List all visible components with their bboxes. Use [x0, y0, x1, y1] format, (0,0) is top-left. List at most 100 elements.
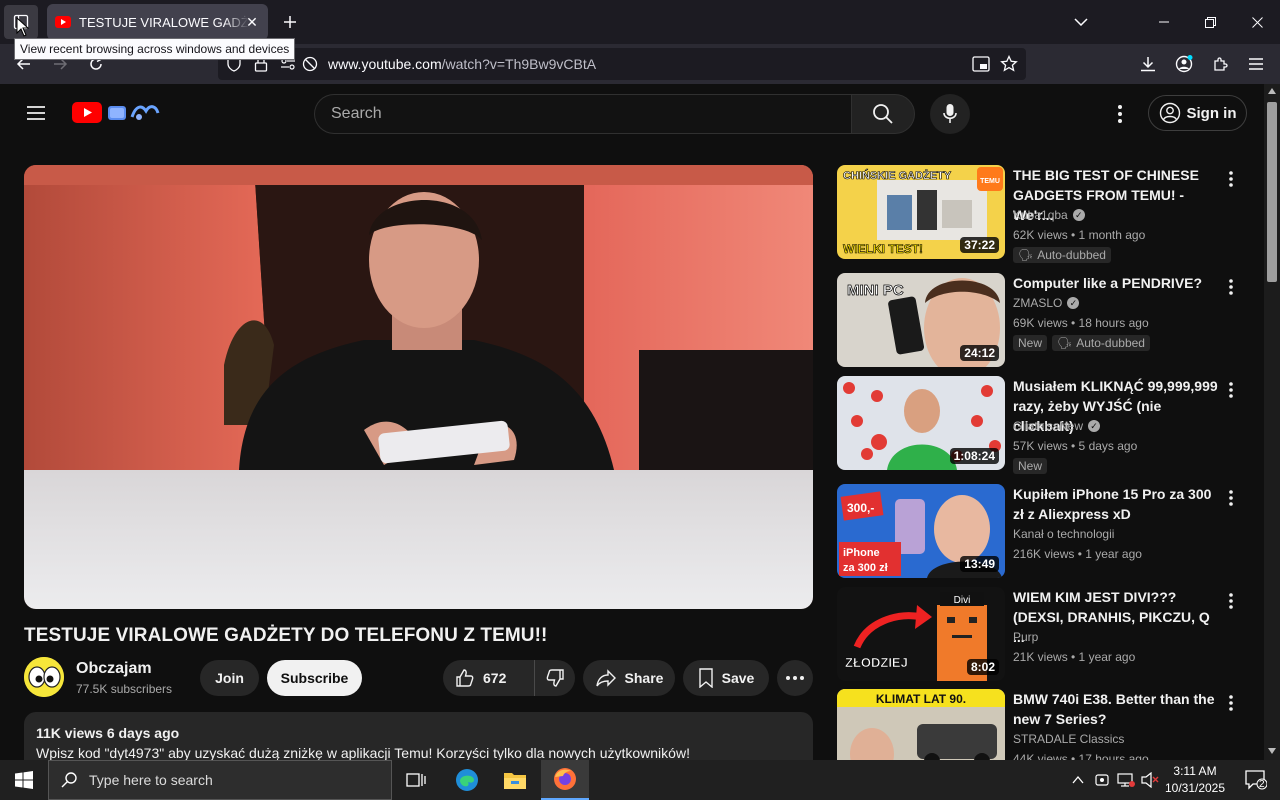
subscribe-label: Subscribe: [280, 670, 349, 686]
recommendation-item[interactable]: 300,- iPhone za 300 zł 13:49 Kupiłem iPh…: [837, 484, 1237, 584]
minimize-icon: [1159, 21, 1169, 23]
views-and-date: 11K views 6 days ago: [36, 725, 180, 741]
task-view-button[interactable]: [392, 760, 440, 800]
share-button[interactable]: Share: [583, 660, 675, 696]
recommendation-item[interactable]: 1:08:24 Musiałem KLIKNĄĆ 99,999,999 razy…: [837, 376, 1237, 476]
url-bar[interactable]: www.youtube.com/watch?v=Th9Bw9vCBtA: [218, 48, 1026, 80]
action-menu-button[interactable]: [1221, 277, 1241, 297]
subscribe-button[interactable]: Subscribe: [267, 660, 362, 696]
recommendation-item[interactable]: TEMU CHIŃSKIE GADŻETY WIELKI TEST! 37:22…: [837, 165, 1237, 265]
action-menu-button[interactable]: [1221, 591, 1241, 611]
recommendation-title[interactable]: Kupiłem iPhone 15 Pro za 300 zł z Aliexp…: [1013, 484, 1219, 524]
list-all-tabs-button[interactable]: [1058, 0, 1104, 44]
duration-badge: 8:02: [966, 659, 999, 675]
recommendation-item[interactable]: Divi ZŁODZIEJ 8:02 WIEM KIM JEST DIVI???…: [837, 587, 1237, 687]
notification-center-button[interactable]: 2: [1232, 760, 1280, 800]
guide-menu-button[interactable]: [24, 101, 48, 125]
recommendation-title[interactable]: WIEM KIM JEST DIVI??? (DEXSI, DRANHIS, P…: [1013, 587, 1219, 647]
action-menu-button[interactable]: [1221, 169, 1241, 189]
dislike-button[interactable]: [535, 660, 575, 696]
menu-button[interactable]: [1244, 52, 1268, 76]
thumb-text: CHIŃSKIE GADŻETY: [843, 169, 952, 182]
extensions-button[interactable]: [1208, 52, 1232, 76]
show-hidden-icons-button[interactable]: [1066, 760, 1090, 800]
verified-icon: ✓: [1067, 297, 1080, 309]
thumb-text: MINI PC: [847, 282, 904, 299]
tab-active[interactable]: TESTUJE VIRALOWE GADŻETY DO TELEFONU Z T…: [47, 4, 268, 40]
tray-volume[interactable]: [1138, 760, 1162, 800]
settings-kebab-button[interactable]: [1110, 102, 1130, 126]
channel-label: Purp: [1013, 630, 1039, 644]
downloads-button[interactable]: [1136, 52, 1160, 76]
channel-label: GilathissNew: [1013, 419, 1084, 433]
video-thumbnail[interactable]: 1:08:24: [837, 376, 1005, 470]
puzzle-icon: [1214, 57, 1228, 71]
youtube-logo-icon: [72, 102, 160, 123]
video-player[interactable]: [24, 165, 813, 609]
description-box[interactable]: 11K views 6 days ago Wpisz kod "dyt4973"…: [24, 712, 813, 760]
start-button[interactable]: [0, 760, 48, 800]
new-tab-button[interactable]: [278, 10, 302, 34]
youtube-favicon-icon: [55, 16, 71, 28]
restore-button[interactable]: [1187, 0, 1233, 44]
network-icon: [1117, 773, 1135, 787]
more-actions-button[interactable]: [777, 660, 813, 696]
windows-taskbar: Type here to search 3:11 AM 10/31/2025 2: [0, 760, 1280, 800]
channel-name[interactable]: Obczajam: [76, 660, 152, 678]
bookmark-star-icon[interactable]: [1000, 55, 1018, 73]
firefox-icon: [554, 768, 576, 790]
taskbar-edge[interactable]: [443, 760, 491, 800]
recommendation-item[interactable]: KLIMAT LAT 90. BMW 740i E38. Better than…: [837, 689, 1237, 760]
recommendation-channel[interactable]: STRADALE Classics: [1013, 732, 1124, 746]
recommendation-channel[interactable]: Kanał o technologii: [1013, 527, 1114, 541]
recommendation-title[interactable]: Computer like a PENDRIVE?: [1013, 273, 1219, 293]
voice-search-button[interactable]: [930, 94, 970, 134]
taskbar-search-input[interactable]: Type here to search: [48, 760, 392, 800]
tray-network[interactable]: [1114, 760, 1138, 800]
search-button[interactable]: [851, 94, 915, 134]
video-thumbnail[interactable]: KLIMAT LAT 90.: [837, 689, 1005, 760]
taskbar-clock[interactable]: 3:11 AM 10/31/2025: [1162, 763, 1228, 797]
picture-in-picture-icon[interactable]: [972, 56, 990, 72]
scrollbar-thumb[interactable]: [1267, 102, 1277, 282]
video-thumbnail[interactable]: Divi ZŁODZIEJ 8:02: [837, 587, 1005, 681]
action-menu-button[interactable]: [1221, 693, 1241, 713]
save-button[interactable]: Save: [683, 660, 769, 696]
action-menu-button[interactable]: [1221, 380, 1241, 400]
recommendation-channel[interactable]: Purp: [1013, 630, 1038, 644]
youtube-logo[interactable]: [72, 101, 162, 125]
new-badge: New: [1013, 335, 1048, 351]
recent-browsing-button[interactable]: [4, 5, 38, 39]
avatar-eyes-icon: [24, 657, 64, 697]
recommendation-channel[interactable]: Kuba1qba ✓: [1013, 208, 1085, 222]
page-scrollbar[interactable]: [1264, 84, 1280, 760]
video-thumbnail[interactable]: TEMU CHIŃSKIE GADŻETY WIELKI TEST! 37:22: [837, 165, 1005, 259]
recommendation-channel[interactable]: ZMASLO ✓: [1013, 296, 1080, 310]
badge-label: Auto-dubbed: [1076, 336, 1145, 350]
recommendation-item[interactable]: MINI PC 24:12 Computer like a PENDRIVE? …: [837, 273, 1237, 373]
minimize-button[interactable]: [1141, 0, 1187, 44]
recommendation-channel[interactable]: GilathissNew ✓: [1013, 419, 1101, 433]
scroll-down-icon[interactable]: [1268, 748, 1276, 754]
recommendation-title[interactable]: BMW 740i E38. Better than the new 7 Seri…: [1013, 689, 1219, 729]
thumb-text: KLIMAT LAT 90.: [876, 692, 966, 706]
taskbar-firefox[interactable]: [541, 760, 589, 800]
join-button[interactable]: Join: [200, 660, 259, 696]
like-button[interactable]: 672: [455, 660, 535, 696]
account-button[interactable]: [1172, 52, 1196, 76]
search-input[interactable]: Search: [314, 94, 852, 134]
taskbar-file-explorer[interactable]: [491, 760, 539, 800]
thumb-text-3: za 300 zł: [843, 562, 888, 574]
scroll-up-icon[interactable]: [1268, 88, 1276, 94]
thumb-text-2: WIELKI TEST!: [843, 242, 923, 256]
sign-in-button[interactable]: Sign in: [1148, 95, 1247, 131]
close-window-button[interactable]: [1234, 0, 1280, 44]
video-thumbnail[interactable]: MINI PC 24:12: [837, 273, 1005, 367]
badge-row: 🗣 Auto-dubbed: [1013, 247, 1111, 263]
channel-avatar[interactable]: [24, 657, 64, 697]
tray-meet-now[interactable]: [1090, 760, 1114, 800]
close-tab-icon[interactable]: ✕: [244, 14, 260, 30]
action-menu-button[interactable]: [1221, 488, 1241, 508]
duration-badge: 24:12: [960, 345, 999, 361]
video-thumbnail[interactable]: 300,- iPhone za 300 zł 13:49: [837, 484, 1005, 578]
